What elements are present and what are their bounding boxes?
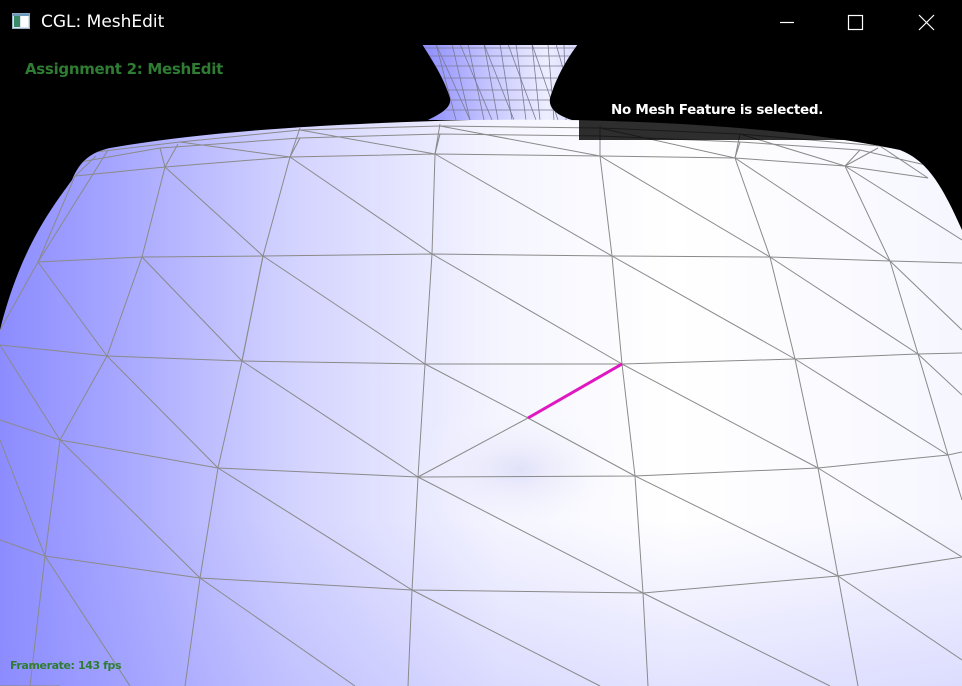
selection-status: No Mesh Feature is selected.	[611, 102, 824, 118]
close-icon	[918, 14, 935, 31]
minimize-button[interactable]	[764, 0, 810, 45]
close-button[interactable]	[903, 0, 949, 45]
maximize-button[interactable]	[832, 0, 878, 45]
framerate-display: Framerate: 143 fps	[10, 659, 122, 672]
title-bar[interactable]: CGL: MeshEdit	[0, 0, 962, 45]
app-window-icon	[12, 13, 30, 29]
maximize-icon	[847, 14, 864, 31]
selection-info-panel: No Mesh Feature is selected.	[579, 96, 962, 140]
mesh-body	[0, 119, 962, 686]
app-window: Assignment 2: MeshEdit No Mesh Feature i…	[0, 0, 962, 686]
minimize-icon	[780, 21, 794, 24]
mesh-neck	[422, 44, 578, 120]
assignment-title: Assignment 2: MeshEdit	[25, 60, 223, 78]
3d-viewport[interactable]: Assignment 2: MeshEdit No Mesh Feature i…	[0, 0, 962, 686]
window-title: CGL: MeshEdit	[41, 12, 165, 32]
